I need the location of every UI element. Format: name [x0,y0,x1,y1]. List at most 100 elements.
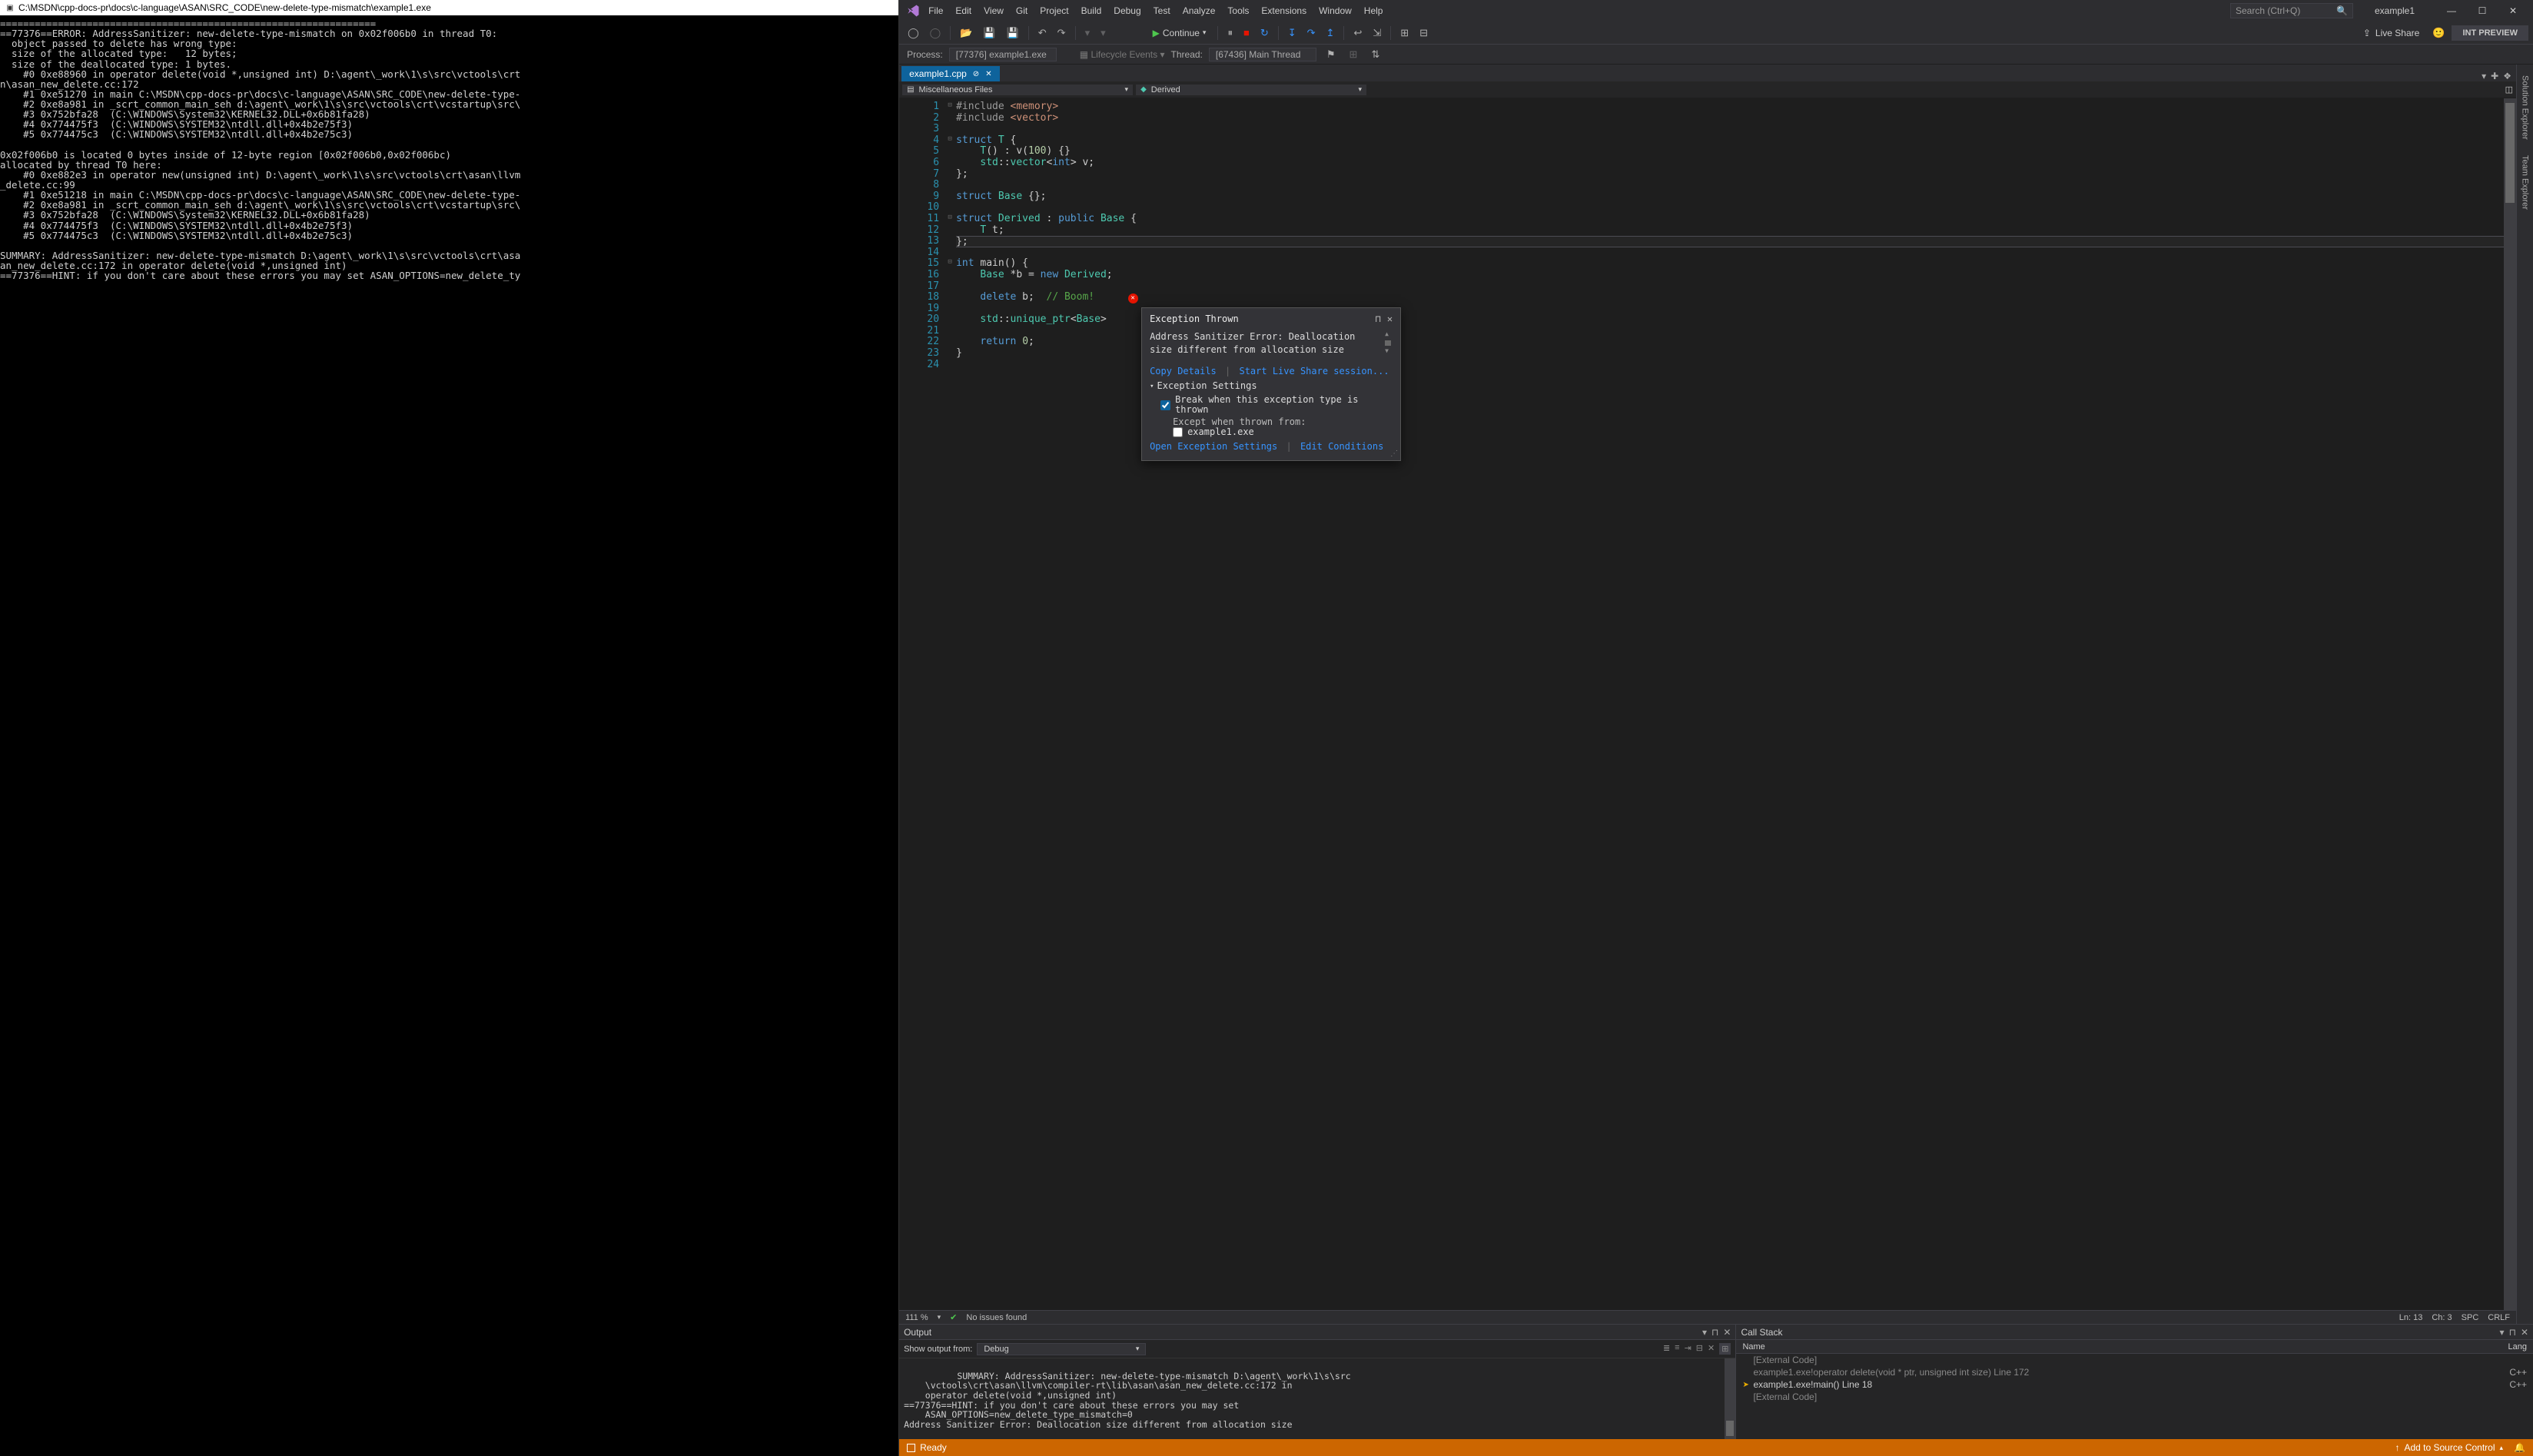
step-over-button[interactable]: ↷ [1303,25,1320,41]
zoom-level[interactable]: 111 % [905,1313,928,1322]
cs-close-icon[interactable]: ✕ [2521,1327,2528,1338]
restart-button[interactable]: ↻ [1257,25,1273,41]
close-tab-icon[interactable]: ✕ [985,70,991,78]
panel-pin-icon[interactable]: ⊓ [1711,1327,1718,1338]
cs-pin-icon[interactable]: ⊓ [2509,1327,2516,1338]
search-box[interactable]: Search (Ctrl+Q) 🔍 [2230,3,2353,18]
search-placeholder: Search (Ctrl+Q) [2236,5,2300,16]
zoom-chevron-icon[interactable]: ▾ [938,1313,941,1322]
exception-popup: Exception Thrown ⊓ ✕ Address Sanitizer E… [1141,307,1401,461]
pin-popup-icon[interactable]: ⊓ [1376,314,1381,324]
nav-back-button[interactable]: ◯ [904,25,923,41]
save-all-button[interactable]: 💾 [1003,25,1023,41]
save-button[interactable]: 💾 [979,25,999,41]
code-editor[interactable]: 123456789101112131415161718192021222324 … [899,98,2516,1310]
tab-example1-cpp[interactable]: example1.cpp ⊘ ✕ [901,66,1000,81]
config-dropdown[interactable]: ▾ [1081,25,1094,41]
copy-details-link[interactable]: Copy Details [1150,366,1217,376]
live-share-button[interactable]: ⇪ Live Share [2357,25,2425,41]
menu-debug[interactable]: Debug [1107,2,1147,19]
thread-dropdown[interactable]: [67436] Main Thread [1209,48,1316,61]
break-all-button[interactable]: ⏸ [1223,25,1237,41]
undo-button[interactable]: ↶ [1034,25,1051,41]
minimize-button[interactable]: — [2436,1,2467,21]
call-stack-row[interactable]: example1.exe!operator delete(void * ptr,… [1736,1366,2533,1378]
menu-help[interactable]: Help [1358,2,1389,19]
toggle-button[interactable]: ⇅ [1367,46,1383,63]
step-out-button[interactable]: ↥ [1323,25,1339,41]
panel-close-icon[interactable]: ✕ [1723,1327,1731,1338]
close-popup-icon[interactable]: ✕ [1387,314,1393,324]
process-dropdown[interactable]: [77376] example1.exe [949,48,1057,61]
pin-icon[interactable]: ⊘ [973,70,979,78]
output-tool-4[interactable]: ⊟ [1696,1343,1703,1355]
menu-window[interactable]: Window [1313,2,1358,19]
new-tab-icon[interactable]: ✚ [2491,71,2498,81]
add-to-source-control[interactable]: ↑Add to Source Control▴ [2395,1442,2503,1453]
solution-name: example1 [2353,5,2436,16]
tab-dropdown-icon[interactable]: ▾ [2482,71,2486,81]
vs-logo-icon[interactable] [904,2,922,20]
vertical-scrollbar[interactable] [2504,98,2516,1310]
console-window: ▣ C:\MSDN\cpp-docs-pr\docs\c-language\AS… [0,0,899,1456]
cs-col-lang: Lang [2508,1342,2527,1352]
break-checkbox[interactable] [1160,400,1170,410]
resize-grip-icon[interactable]: ⋰ [1390,449,1398,458]
tool-btn-3[interactable]: ⊞ [1396,25,1413,41]
except-item-checkbox[interactable] [1173,427,1183,437]
output-scrollbar[interactable] [1725,1358,1735,1439]
platform-dropdown[interactable]: ▾ [1097,25,1110,41]
open-file-button[interactable]: 📂 [956,25,976,41]
menu-analyze[interactable]: Analyze [1177,2,1222,19]
tool-btn-4[interactable]: ⊟ [1416,25,1432,41]
start-live-share-link[interactable]: Start Live Share session... [1239,366,1389,376]
menu-extensions[interactable]: Extensions [1255,2,1313,19]
output-body[interactable]: SUMMARY: AddressSanitizer: new-delete-ty… [899,1358,1735,1439]
menu-build[interactable]: Build [1075,2,1108,19]
step-into-button[interactable]: ↧ [1284,25,1300,41]
menu-test[interactable]: Test [1147,2,1177,19]
continue-button[interactable]: ▶ Continue ▾ [1147,26,1213,40]
output-tool-6[interactable]: ⊞ [1719,1343,1731,1355]
maximize-button[interactable]: ☐ [2467,1,2498,21]
member-dropdown[interactable]: ◆ Derived ▾ [1136,85,1366,95]
call-stack-row[interactable]: ➤example1.exe!main() Line 18C++ [1736,1378,2533,1391]
flag-button[interactable]: ⚑ [1323,46,1340,63]
menu-project[interactable]: Project [1034,2,1074,19]
open-exception-settings-link[interactable]: Open Exception Settings [1150,441,1277,452]
menu-tools[interactable]: Tools [1221,2,1255,19]
edit-conditions-link[interactable]: Edit Conditions [1300,441,1383,452]
stop-debug-button[interactable]: ■ [1240,25,1253,41]
menu-edit[interactable]: Edit [949,2,978,19]
menu-git[interactable]: Git [1010,2,1034,19]
output-tool-1[interactable]: ≣ [1663,1343,1670,1355]
menu-view[interactable]: View [978,2,1010,19]
stack-frame-button[interactable]: ⊞ [1346,46,1362,63]
call-stack-row[interactable]: [External Code] [1736,1391,2533,1403]
tool-btn-1[interactable]: ↩ [1349,25,1366,41]
cs-dropdown-icon[interactable]: ▾ [2500,1327,2505,1338]
panel-dropdown-icon[interactable]: ▾ [1702,1327,1707,1338]
menu-file[interactable]: File [922,2,949,19]
call-stack-row[interactable]: [External Code] [1736,1354,2533,1366]
solution-explorer-tab[interactable]: Solution Explorer [2519,71,2531,144]
break-checkbox-row[interactable]: Break when this exception type is thrown [1160,395,1393,416]
redo-button[interactable]: ↷ [1054,25,1070,41]
team-explorer-tab[interactable]: Team Explorer [2519,151,2531,214]
output-tool-2[interactable]: ≡ [1675,1343,1679,1355]
close-button[interactable]: ✕ [2498,1,2528,21]
notifications-button[interactable]: 🔔 [2514,1442,2525,1453]
output-source-dropdown[interactable]: Debug▾ [977,1343,1146,1355]
output-tool-5[interactable]: ✕ [1708,1343,1715,1355]
except-item-row[interactable]: example1.exe [1173,427,1393,437]
tool-btn-2[interactable]: ⇲ [1369,25,1385,41]
split-editor-icon[interactable]: ◫ [2505,85,2513,95]
nav-fwd-button[interactable]: ◯ [926,25,945,41]
lifecycle-events[interactable]: ▦ Lifecycle Events ▾ [1080,49,1165,60]
collapse-icon[interactable]: ▾ [1150,383,1154,390]
window-options-icon[interactable]: ❖ [2503,71,2511,81]
output-tool-3[interactable]: ⇥ [1685,1343,1691,1355]
feedback-button[interactable]: 🙂 [2428,25,2448,41]
scope-dropdown[interactable]: ▤ Miscellaneous Files ▾ [902,85,1133,95]
file-icon: ▤ [907,85,914,94]
